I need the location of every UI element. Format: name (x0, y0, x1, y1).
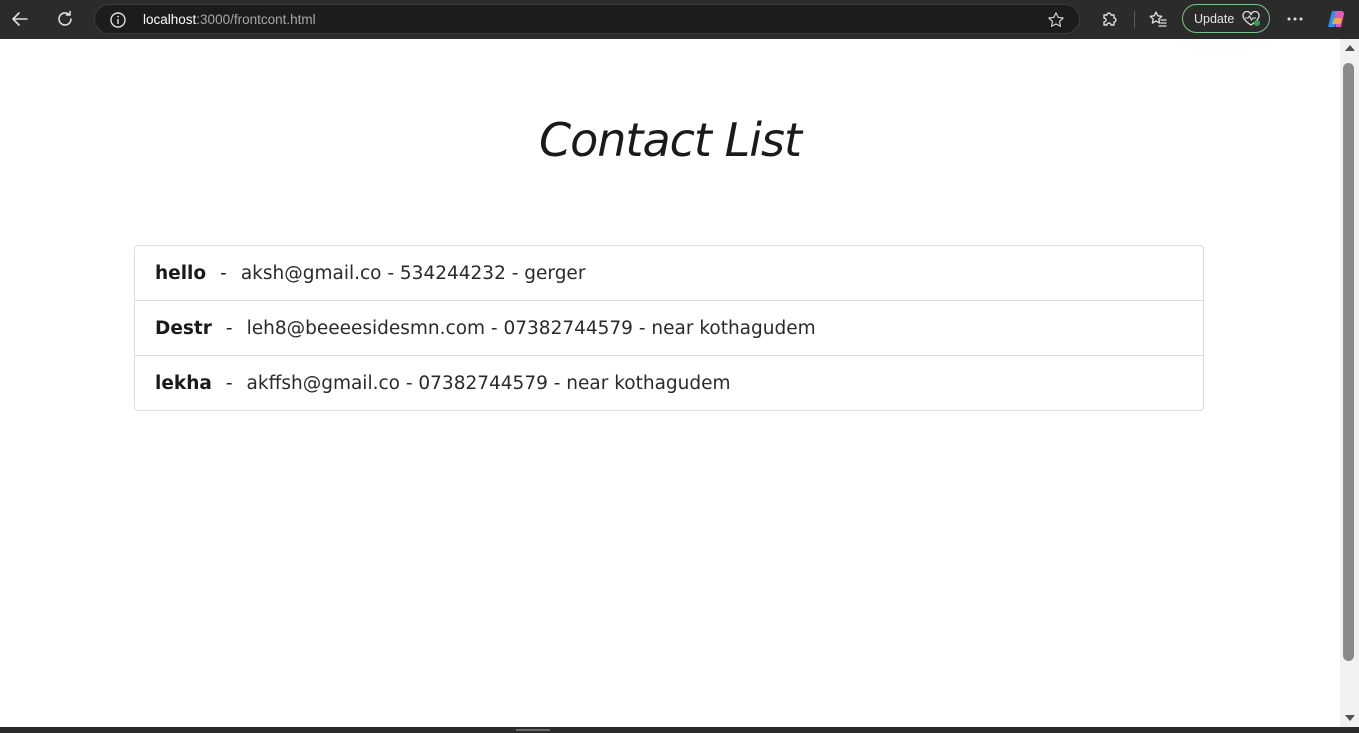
reload-button[interactable] (51, 5, 79, 33)
reload-icon (58, 10, 72, 26)
page-title: Contact List (538, 112, 802, 167)
page-viewport: Contact List hello - aksh@gmail.co - 534… (0, 39, 1340, 727)
window-bottom-edge (0, 727, 1359, 733)
copilot-icon (1328, 11, 1344, 27)
contact-item: hello - aksh@gmail.co - 534244232 - gerg… (135, 246, 1203, 300)
url-path: :3000/frontcont.html (196, 12, 316, 27)
vertical-scrollbar[interactable] (1340, 39, 1359, 727)
scroll-thumb[interactable] (1343, 63, 1354, 661)
update-label: Update (1194, 12, 1235, 26)
copilot-button[interactable] (1322, 5, 1350, 33)
contact-name: Destr (155, 317, 212, 339)
browser-toolbar: localhost:3000/frontcont.html Update (0, 0, 1359, 38)
star-icon[interactable] (1047, 11, 1065, 29)
contact-details: akffsh@gmail.co - 07382744579 - near kot… (246, 372, 731, 394)
contact-separator: - (225, 372, 233, 394)
back-button[interactable] (6, 5, 34, 33)
more-button[interactable] (1281, 5, 1309, 33)
scroll-up-arrow-icon[interactable] (1345, 45, 1355, 51)
toolbar-divider (1134, 11, 1135, 28)
update-button[interactable]: Update (1182, 4, 1270, 33)
contact-separator: - (220, 262, 227, 284)
url-text[interactable]: localhost:3000/frontcont.html (143, 11, 316, 29)
contact-details: aksh@gmail.co - 534244232 - gerger (240, 262, 586, 284)
favorites-button[interactable] (1144, 5, 1172, 33)
contact-name: lekha (155, 372, 212, 394)
resize-handle[interactable] (516, 729, 550, 731)
scroll-down-arrow-icon[interactable] (1345, 715, 1355, 721)
more-icon (1287, 17, 1303, 21)
contact-details: leh8@beeeesidesmn.com - 07382744579 - ne… (246, 317, 816, 339)
heart-pulse-icon (1242, 11, 1260, 26)
back-arrow-icon (12, 12, 28, 26)
contact-list: hello - aksh@gmail.co - 534244232 - gerg… (134, 245, 1204, 411)
contact-name: hello (155, 262, 207, 284)
address-bar[interactable]: localhost:3000/frontcont.html (94, 4, 1080, 34)
extensions-button[interactable] (1095, 5, 1123, 33)
favorites-icon (1149, 11, 1167, 27)
contact-item: lekha - akffsh@gmail.co - 07382744579 - … (135, 355, 1203, 410)
contact-item: Destr - leh8@beeeesidesmn.com - 07382744… (135, 300, 1203, 355)
url-host: localhost (143, 12, 197, 27)
puzzle-icon (1103, 12, 1117, 26)
info-icon[interactable] (109, 11, 127, 29)
contact-separator: - (225, 317, 233, 339)
